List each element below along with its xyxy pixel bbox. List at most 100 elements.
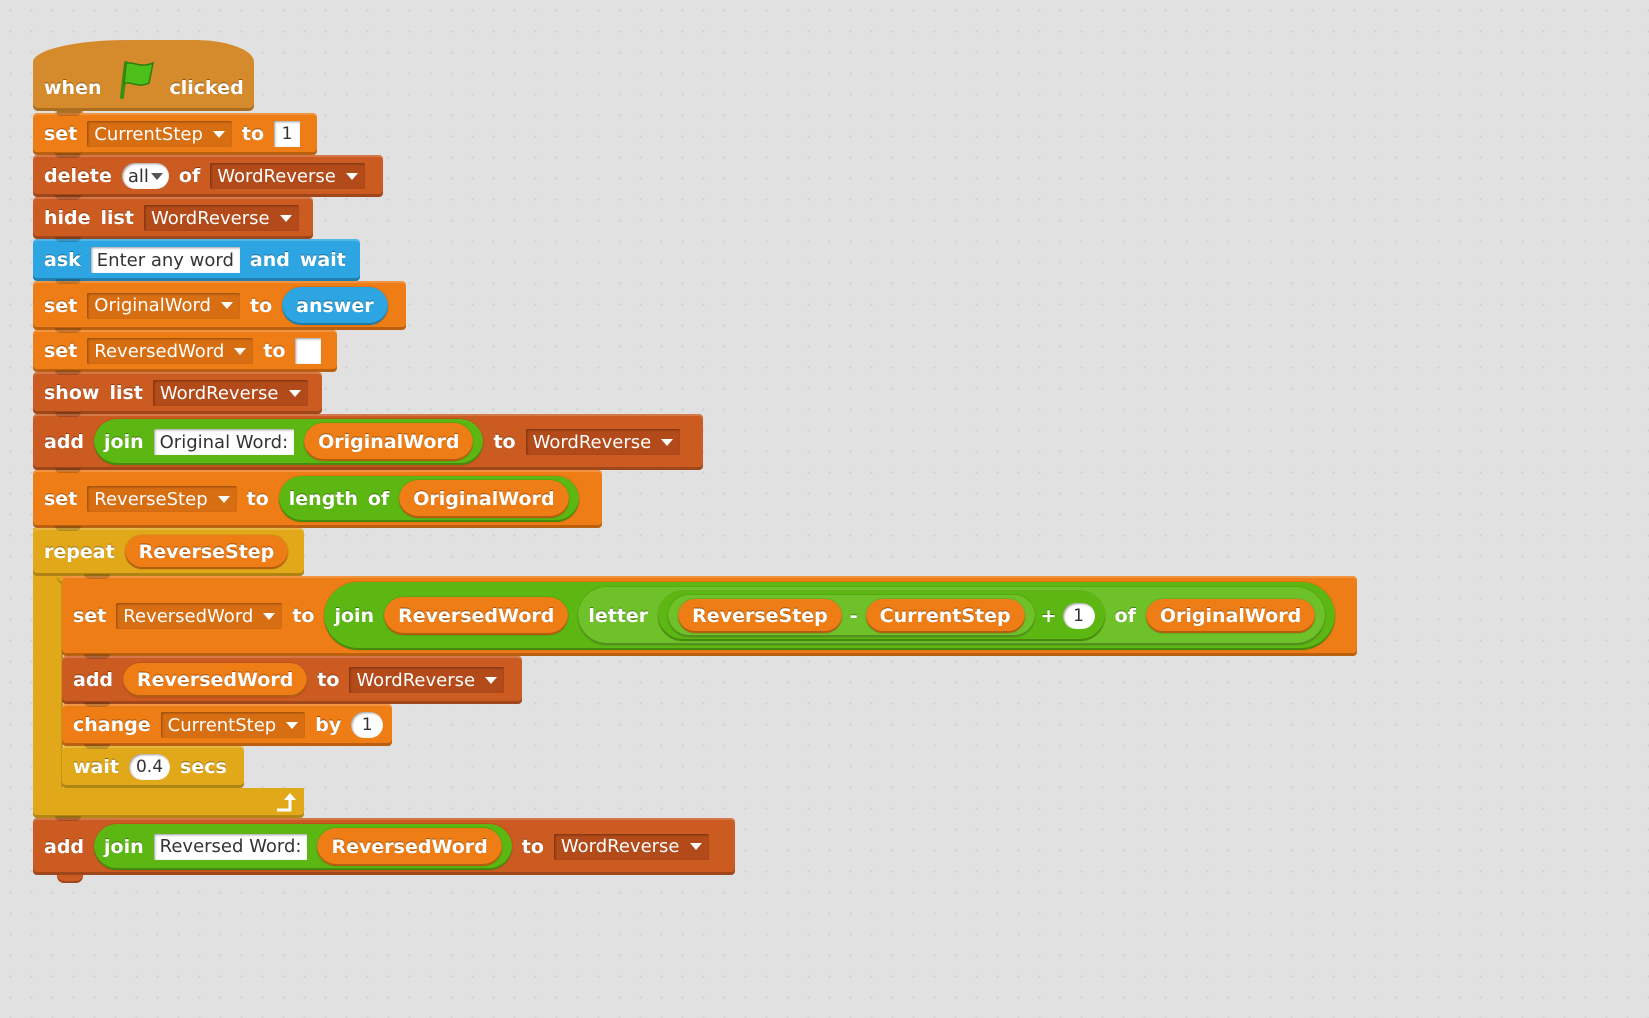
repeat-label: repeat (44, 541, 115, 563)
variable-dropdown[interactable]: CurrentStep (160, 712, 306, 738)
join-text-input[interactable]: Original Word: (153, 429, 295, 455)
ask-label: ask (44, 249, 81, 271)
repeat-block-bottom (33, 788, 304, 818)
currentstep-reporter[interactable]: CurrentStep (865, 599, 1025, 633)
list-dropdown[interactable]: WordReverse (349, 667, 505, 693)
of-label: of (178, 165, 201, 187)
list-name: WordReverse (560, 836, 680, 857)
join-reporter[interactable]: join Original Word: OriginalWord (94, 419, 484, 465)
dropdown-arrow-icon (689, 843, 702, 850)
add-final-result-block[interactable]: add join Reversed Word: ReversedWord to … (33, 816, 735, 883)
add-label: add (73, 669, 114, 691)
item-dropdown[interactable]: all (121, 163, 169, 189)
wait-label: wait (299, 249, 346, 271)
variable-dropdown[interactable]: ReversedWord (116, 603, 283, 629)
variable-name: CurrentStep (167, 714, 277, 736)
minus-label: - (849, 605, 858, 627)
ask-and-wait-block[interactable]: ask Enter any word and wait (33, 237, 360, 289)
originalword-reporter[interactable]: OriginalWord (304, 423, 474, 461)
originalword-reporter[interactable]: OriginalWord (399, 480, 569, 518)
reversestep-reporter[interactable]: ReverseStep (124, 535, 289, 569)
value-input[interactable] (295, 338, 322, 364)
list-label: list (100, 207, 134, 229)
reversedword-reporter[interactable]: ReversedWord (317, 827, 502, 866)
show-list-block[interactable]: show list WordReverse (33, 370, 322, 422)
set-reversedword-join-block[interactable]: set ReversedWord to join ReversedWord le… (62, 574, 1357, 664)
reversedword-reporter[interactable]: ReversedWord (384, 597, 569, 635)
list-label: list (109, 382, 143, 404)
to-label: to (317, 669, 340, 691)
minus-operator[interactable]: ReverseStep - CurrentStep (668, 595, 1035, 637)
join-label: join (334, 605, 375, 627)
letter-of-reporter[interactable]: letter ReverseStep - CurrentStep + 1 of … (578, 587, 1326, 645)
to-label: to (263, 340, 286, 362)
variable-name: ReversedWord (123, 605, 254, 627)
list-name: WordReverse (356, 669, 476, 691)
dropdown-arrow-icon (234, 347, 247, 355)
dropdown-arrow-icon (279, 214, 292, 222)
delete-list-item-block[interactable]: delete all of WordReverse (33, 153, 383, 205)
to-label: to (241, 123, 265, 145)
reversedword-reporter[interactable]: ReversedWord (123, 663, 308, 697)
length-of-reporter[interactable]: length of OriginalWord (278, 476, 579, 522)
dropdown-arrow-icon (150, 172, 163, 180)
list-dropdown[interactable]: WordReverse (553, 833, 709, 860)
value-input[interactable]: 1 (274, 121, 301, 147)
variable-dropdown[interactable]: CurrentStep (87, 121, 232, 147)
variable-name: CurrentStep (94, 123, 203, 145)
set-currentstep-block[interactable]: set CurrentStep to 1 (33, 111, 317, 163)
of-label: of (367, 488, 390, 510)
to-label: to (249, 294, 273, 317)
repeat-block[interactable]: repeat ReverseStep (33, 526, 304, 584)
dropdown-arrow-icon (286, 721, 299, 729)
dropdown-arrow-icon (485, 676, 498, 684)
originalword-reporter[interactable]: OriginalWord (1145, 599, 1316, 633)
variable-dropdown[interactable]: ReverseStep (87, 486, 237, 512)
reversestep-reporter[interactable]: ReverseStep (678, 599, 842, 633)
set-label: set (44, 294, 78, 317)
hide-list-block[interactable]: hide list WordReverse (33, 195, 313, 247)
plus-operator[interactable]: ReverseStep - CurrentStep + 1 (658, 591, 1105, 641)
set-label: set (44, 123, 78, 145)
join-reporter[interactable]: join Reversed Word: ReversedWord (94, 823, 512, 870)
dropdown-arrow-icon (345, 172, 358, 180)
change-currentstep-block[interactable]: change CurrentStep by 1 (62, 702, 392, 754)
set-label: set (73, 605, 107, 627)
set-reversestep-block[interactable]: set ReverseStep to length of OriginalWor… (33, 468, 602, 536)
letter-label: letter (588, 605, 649, 627)
wait-label: wait (73, 756, 119, 778)
set-originalword-block[interactable]: set OriginalWord to answer (33, 279, 406, 338)
wait-secs-block[interactable]: wait 0.4 secs (62, 744, 244, 796)
dropdown-arrow-icon (263, 612, 276, 620)
join-label: join (104, 835, 144, 858)
dropdown-arrow-icon (217, 495, 230, 503)
to-label: to (292, 605, 315, 627)
join-text-input[interactable]: Reversed Word: (153, 833, 308, 860)
add-reversedword-block[interactable]: add ReversedWord to WordReverse (62, 654, 522, 712)
list-dropdown[interactable]: WordReverse (210, 163, 365, 189)
by-label: by (315, 714, 342, 736)
clicked-label: clicked (169, 77, 244, 99)
join-reporter[interactable]: join ReversedWord letter ReverseStep - C… (324, 582, 1336, 650)
dropdown-arrow-icon (212, 130, 225, 138)
question-input[interactable]: Enter any word (90, 247, 240, 273)
variable-name: ReverseStep (94, 488, 208, 510)
hide-label: hide (44, 207, 91, 229)
list-dropdown[interactable]: WordReverse (525, 429, 681, 455)
set-reversedword-block[interactable]: set ReversedWord to (33, 328, 337, 380)
number-input[interactable]: 1 (1062, 603, 1095, 629)
variable-dropdown[interactable]: ReversedWord (87, 338, 254, 364)
when-label: when (44, 77, 102, 99)
add-to-list-block[interactable]: add join Original Word: OriginalWord to … (33, 412, 703, 478)
show-label: show (44, 382, 100, 404)
when-flag-clicked-hat-block[interactable]: when clicked (33, 40, 254, 119)
seconds-input[interactable]: 0.4 (128, 754, 171, 780)
list-dropdown[interactable]: WordReverse (152, 380, 308, 406)
list-dropdown[interactable]: WordReverse (143, 205, 299, 231)
add-label: add (44, 835, 85, 858)
answer-reporter[interactable]: answer (282, 286, 388, 325)
to-label: to (246, 488, 269, 510)
secs-label: secs (180, 756, 227, 778)
variable-dropdown[interactable]: OriginalWord (87, 292, 240, 319)
value-input[interactable]: 1 (351, 712, 384, 738)
